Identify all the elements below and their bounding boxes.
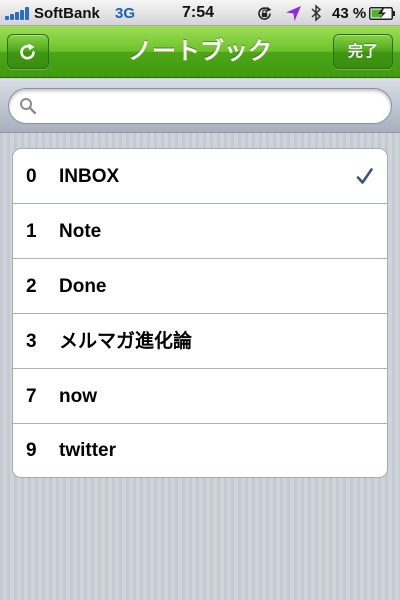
orientation-lock-icon bbox=[258, 6, 272, 20]
notebook-row-note[interactable]: 1 Note bbox=[13, 204, 387, 259]
bluetooth-icon bbox=[311, 4, 322, 22]
notebook-row-done[interactable]: 2 Done bbox=[13, 259, 387, 314]
refresh-icon bbox=[20, 43, 35, 60]
location-icon bbox=[286, 6, 301, 21]
notebook-name: Done bbox=[59, 276, 107, 297]
notebook-name: Note bbox=[59, 221, 102, 242]
status-bar: SoftBank 3G 7:54 43 % bbox=[0, 0, 400, 26]
notebook-row-melmaga[interactable]: 3 メルマガ進化論 bbox=[13, 314, 387, 369]
notebook-name: twitter bbox=[59, 440, 116, 461]
nav-bar: ノートブック 完了 bbox=[0, 26, 400, 78]
notebook-row-inbox[interactable]: 0 INBOX bbox=[13, 149, 387, 204]
notebook-index: 2 bbox=[26, 276, 37, 297]
refresh-button[interactable] bbox=[7, 34, 49, 69]
notebook-index: 7 bbox=[26, 386, 37, 407]
battery-icon bbox=[369, 7, 395, 20]
notebook-row-now[interactable]: 7 now bbox=[13, 369, 387, 424]
search-input[interactable] bbox=[43, 93, 379, 119]
notebook-name: メルマガ進化論 bbox=[59, 331, 193, 352]
network-type: 3G bbox=[115, 5, 136, 22]
search-icon bbox=[20, 98, 37, 115]
notebook-name: INBOX bbox=[59, 166, 120, 187]
done-button[interactable]: 完了 bbox=[333, 34, 393, 69]
carrier-name: SoftBank bbox=[34, 5, 100, 22]
notebook-name: now bbox=[59, 386, 97, 407]
notebook-index: 0 bbox=[26, 166, 37, 187]
notebook-index: 1 bbox=[26, 221, 37, 242]
notebook-row-twitter[interactable]: 9 twitter bbox=[13, 424, 387, 477]
notebook-index: 9 bbox=[26, 440, 37, 461]
search-bar bbox=[0, 79, 400, 133]
battery-percent: 43 % bbox=[332, 5, 367, 22]
status-time: 7:54 bbox=[182, 4, 215, 21]
notebook-list: 0 INBOX 1 Note 2 Done 3 メルマガ進化論 7 now 9 … bbox=[12, 148, 388, 478]
notebook-index: 3 bbox=[26, 331, 37, 352]
signal-icon bbox=[5, 7, 31, 20]
search-field[interactable] bbox=[8, 88, 392, 124]
checkmark-icon bbox=[356, 168, 373, 184]
page-title: ノートブック bbox=[128, 38, 272, 65]
